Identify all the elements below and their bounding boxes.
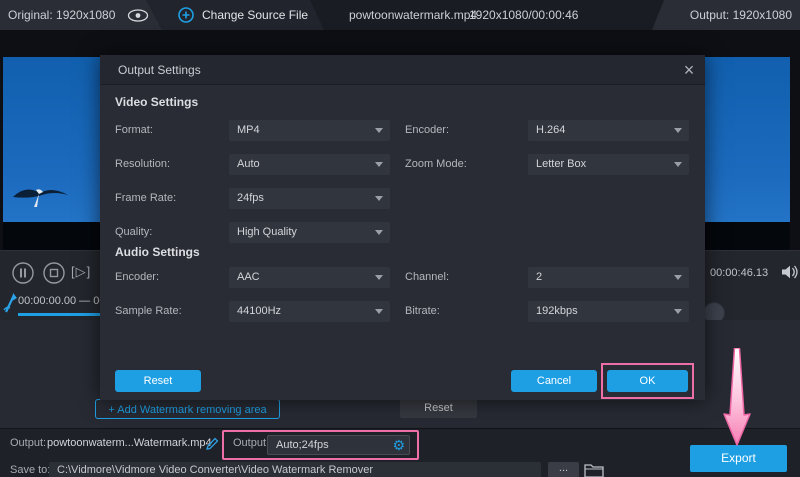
output-resolution-label: Output: 1920x1080 (690, 0, 792, 30)
duration-label: 00:00:46.13 (710, 267, 768, 279)
cancel-button[interactable]: Cancel (511, 370, 597, 392)
save-path-input[interactable]: C:\Vidmore\Vidmore Video Converter\Video… (49, 462, 541, 477)
add-watermark-area-button[interactable]: + Add Watermark removing area (95, 399, 280, 419)
bird-image (12, 180, 70, 210)
panel-reset-button[interactable]: Reset (400, 399, 477, 418)
chevron-down-icon (674, 275, 682, 280)
source-filename-label: powtoonwatermark.mp4 (349, 0, 477, 30)
gear-icon[interactable]: ⚙ (392, 436, 405, 454)
video-settings-heading: Video Settings (115, 95, 198, 109)
app-window: Original: 1920x1080 Change Source File p… (0, 0, 800, 477)
export-button[interactable]: Export (690, 445, 787, 472)
video-encoder-label: Encoder: (405, 120, 449, 141)
channel-dropdown[interactable]: 2 (528, 267, 689, 288)
add-icon[interactable] (178, 7, 194, 23)
format-label: Format: (115, 120, 153, 141)
resolution-dropdown[interactable]: Auto (229, 154, 390, 175)
chevron-down-icon (375, 275, 383, 280)
profile-value-input[interactable]: Auto;24fps ⚙ (267, 435, 410, 455)
dialog-title-bar: Output Settings (100, 55, 705, 85)
zoom-mode-dropdown[interactable]: Letter Box (528, 154, 689, 175)
bitrate-label: Bitrate: (405, 301, 440, 322)
chevron-down-icon (674, 309, 682, 314)
quality-dropdown[interactable]: High Quality (229, 222, 390, 243)
audio-encoder-dropdown[interactable]: AAC (229, 267, 390, 288)
original-resolution-label: Original: 1920x1080 (8, 0, 115, 30)
eye-icon[interactable] (127, 9, 149, 22)
edit-icon[interactable] (205, 437, 219, 451)
plus-icon: + (108, 404, 114, 416)
pause-icon (12, 262, 34, 284)
source-info-label: 1920x1080/00:00:46 (469, 0, 578, 30)
save-to-label: Save to: (10, 464, 50, 476)
output-settings-dialog: Output Settings × Video Settings Format:… (100, 55, 705, 400)
zoom-mode-label: Zoom Mode: (405, 154, 467, 175)
channel-label: Channel: (405, 267, 449, 288)
output-filename-label: powtoonwaterm...Watermark.mp4 (47, 437, 212, 449)
bottom-bar: Output: powtoonwaterm...Watermark.mp4 Ou… (0, 428, 800, 477)
stop-icon (43, 262, 65, 284)
dialog-reset-button[interactable]: Reset (115, 370, 201, 392)
bitrate-dropdown[interactable]: 192kbps (528, 301, 689, 322)
output-label: Output: (10, 437, 46, 449)
browse-button[interactable]: ... (548, 462, 579, 477)
ok-highlight-box (601, 363, 694, 399)
chevron-down-icon (674, 128, 682, 133)
chevron-down-icon (375, 196, 383, 201)
chevron-down-icon (375, 230, 383, 235)
format-dropdown[interactable]: MP4 (229, 120, 390, 141)
audio-settings-heading: Audio Settings (115, 245, 200, 259)
highlight-arrow (719, 348, 755, 446)
chevron-down-icon (375, 309, 383, 314)
stop-button[interactable] (43, 262, 65, 284)
sample-rate-label: Sample Rate: (115, 301, 182, 322)
audio-encoder-label: Encoder: (115, 267, 159, 288)
close-icon[interactable]: × (676, 57, 702, 83)
frame-rate-dropdown[interactable]: 24fps (229, 188, 390, 209)
frame-rate-label: Frame Rate: (115, 188, 176, 209)
top-bar: Original: 1920x1080 Change Source File p… (0, 0, 800, 30)
quality-label: Quality: (115, 222, 152, 243)
chevron-down-icon (674, 162, 682, 167)
video-encoder-dropdown[interactable]: H.264 (528, 120, 689, 141)
volume-icon[interactable] (781, 265, 798, 279)
dialog-title: Output Settings (118, 55, 201, 85)
resolution-label: Resolution: (115, 154, 170, 175)
profile-label: Output: (233, 437, 269, 449)
chevron-down-icon (375, 162, 383, 167)
sample-rate-dropdown[interactable]: 44100Hz (229, 301, 390, 322)
folder-icon[interactable] (584, 462, 604, 477)
watermark-brush-icon[interactable] (3, 291, 18, 314)
change-source-file-button[interactable]: Change Source File (202, 0, 308, 30)
chevron-down-icon (375, 128, 383, 133)
pause-button[interactable] (12, 262, 34, 284)
segment-play-button[interactable]: [▷] (71, 264, 91, 280)
